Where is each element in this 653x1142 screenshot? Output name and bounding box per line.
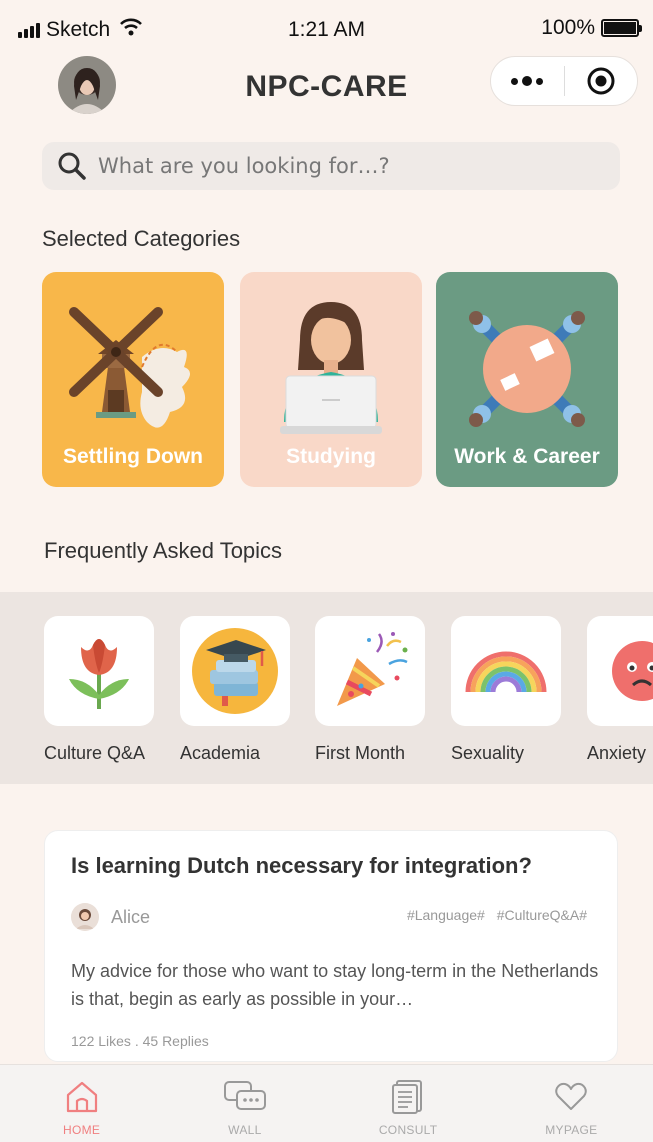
post-tags: #Language# #CultureQ&A# [399, 907, 587, 923]
tab-wall[interactable]: WALL [163, 1065, 326, 1142]
category-studying[interactable]: Studying [240, 272, 422, 487]
app-header: NPC-CARE [0, 56, 653, 120]
tab-label: CONSULT [378, 1123, 438, 1137]
category-label: Settling Down [63, 445, 203, 468]
post-excerpt: My advice for those who want to stay lon… [71, 961, 599, 1009]
topic-label: Anxiety [587, 743, 647, 763]
battery-icon [601, 19, 642, 37]
topic-first-month[interactable]: First Month [315, 616, 425, 763]
close-program-button[interactable] [565, 66, 638, 96]
home-icon [66, 1081, 97, 1113]
category-settling-down[interactable]: Settling Down [42, 272, 224, 487]
post-title: Is learning Dutch necessary for integrat… [71, 853, 532, 878]
tab-mypage[interactable]: MYPAGE [490, 1065, 653, 1142]
post-card[interactable]: Is learning Dutch necessary for integrat… [44, 830, 618, 1062]
search-icon [58, 152, 86, 180]
tag-culture-qa[interactable]: #CultureQ&A# [497, 907, 587, 923]
battery-percent: 100% [541, 16, 595, 39]
tab-home[interactable]: HOME [0, 1065, 163, 1142]
party-popper-icon [337, 632, 408, 706]
category-work-career[interactable]: Work & Career [436, 272, 618, 487]
tab-label: HOME [63, 1123, 101, 1137]
topic-anxiety[interactable]: Anxiety [587, 616, 653, 763]
tab-consult[interactable]: CONSULT [327, 1065, 490, 1142]
tag-language[interactable]: #Language# [407, 907, 485, 923]
status-right: 100% [541, 16, 642, 40]
search-placeholder: What are you looking for…? [98, 154, 390, 178]
post-stats: 122 Likes . 45 Replies [71, 1033, 209, 1049]
replies-count: 45 Replies [142, 1033, 209, 1049]
topic-tile [587, 616, 653, 726]
tulip-icon [69, 639, 129, 709]
topic-tile [180, 616, 290, 726]
topic-culture-qa[interactable]: Culture Q&A [44, 616, 154, 763]
author-name: Alice [111, 906, 151, 927]
faq-title: Frequently Asked Topics [44, 538, 283, 563]
categories-title: Selected Categories [42, 226, 241, 251]
chat-icon [223, 1081, 266, 1110]
document-icon [392, 1080, 423, 1114]
topic-academia[interactable]: Academia [180, 616, 290, 763]
post-author[interactable]: Alice [71, 903, 150, 931]
anxious-face-icon [612, 641, 653, 701]
topic-label: Culture Q&A [44, 743, 146, 763]
heart-icon [555, 1082, 588, 1110]
topic-tile [315, 616, 425, 726]
status-bar: Sketch 1:21 AM 100% [0, 0, 653, 56]
rainbow-icon [465, 651, 547, 693]
topic-sexuality[interactable]: Sexuality [451, 616, 561, 763]
author-avatar [71, 903, 99, 931]
category-label: Studying [286, 445, 376, 468]
topic-tile [451, 616, 561, 726]
topic-tile [44, 616, 154, 726]
target-icon [587, 67, 615, 95]
faq-topics-scroller[interactable]: Culture Q&A Academia First Month Sexuali… [0, 592, 653, 784]
bottom-tab-bar: HOME WALL CONSULT MYPAGE [0, 1064, 653, 1142]
tab-label: MYPAGE [545, 1123, 598, 1137]
topic-label: Sexuality [451, 743, 525, 763]
topic-label: First Month [315, 743, 406, 763]
search-input[interactable]: What are you looking for…? [42, 142, 620, 190]
mini-program-capsule [490, 56, 638, 106]
likes-count: 122 Likes . [71, 1033, 139, 1049]
more-options-button[interactable] [491, 76, 564, 86]
graduation-icon [192, 628, 278, 714]
tab-label: WALL [228, 1123, 262, 1137]
topic-label: Academia [180, 743, 261, 763]
category-label: Work & Career [454, 445, 600, 468]
